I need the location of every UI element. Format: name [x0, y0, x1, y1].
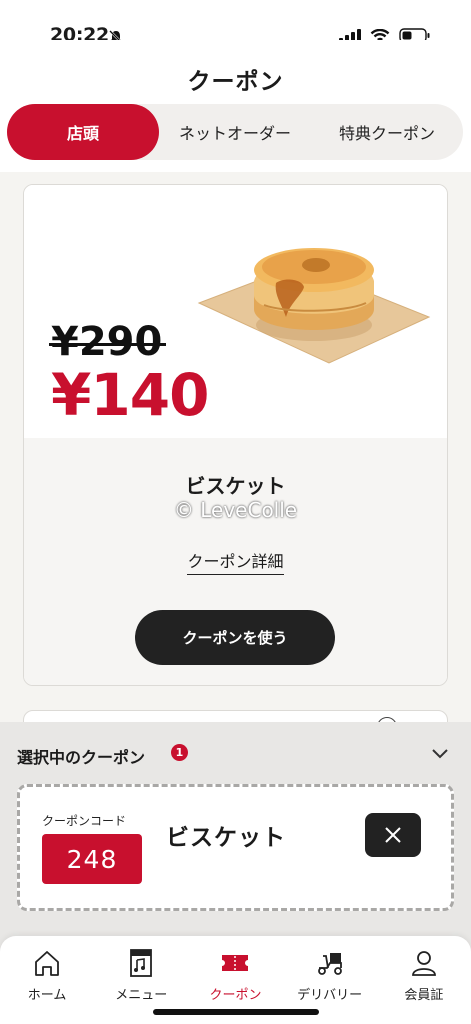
coupon-icon: [222, 955, 249, 971]
coupon-tabs: 店頭 ネットオーダー 特典クーポン: [7, 104, 463, 160]
selected-coupon-item: クーポンコード 248 ビスケット: [17, 784, 454, 911]
coupon-price: ¥140: [51, 361, 209, 429]
original-price: ¥290: [48, 319, 167, 365]
selected-coupon-panel: 選択中のクーポン 1 クーポンコード 248 ビスケット: [0, 722, 471, 972]
biscuit-image: [197, 248, 431, 364]
nav-coupon-label: クーポン: [209, 988, 262, 1003]
nav-member-label: 会員証: [404, 988, 444, 1003]
menu-book-icon: [130, 949, 153, 977]
coupon-code: 248: [42, 834, 142, 884]
product-name: ビスケット: [185, 474, 286, 498]
nav-member[interactable]: 会員証: [377, 936, 471, 1024]
tab-net-order[interactable]: ネットオーダー: [159, 104, 311, 160]
member-icon: [411, 951, 436, 976]
header: クーポン: [0, 40, 471, 104]
tab-store[interactable]: 店頭: [7, 104, 159, 160]
selected-coupon-name: ビスケット: [166, 825, 286, 851]
use-coupon-button[interactable]: クーポンを使う: [135, 610, 335, 665]
coupon-code-label: クーポンコード: [42, 814, 127, 828]
nav-menu-label: メニュー: [115, 988, 168, 1003]
remove-coupon-button[interactable]: [365, 813, 421, 857]
coupon-detail-link[interactable]: クーポン詳細: [187, 552, 284, 575]
coupon-card[interactable]: ¥290 ¥140 ビスケット © LeveColle クーポン詳細 クーポンを…: [23, 184, 448, 686]
home-indicator: [153, 1009, 319, 1015]
close-icon: [385, 827, 401, 843]
selected-coupon-title: 選択中のクーポン: [17, 748, 146, 767]
delivery-scooter-icon: [317, 953, 342, 975]
page-title: クーポン: [187, 69, 284, 95]
selected-count-badge: 1: [171, 744, 188, 761]
nav-home-label: ホーム: [27, 988, 67, 1003]
nav-home[interactable]: ホーム: [0, 936, 94, 1024]
tab-special-coupon[interactable]: 特典クーポン: [311, 104, 463, 160]
chevron-down-icon[interactable]: [431, 748, 449, 760]
home-icon: [35, 951, 59, 976]
watermark: © LeveColle: [173, 498, 298, 522]
nav-delivery-label: デリバリー: [297, 988, 363, 1003]
